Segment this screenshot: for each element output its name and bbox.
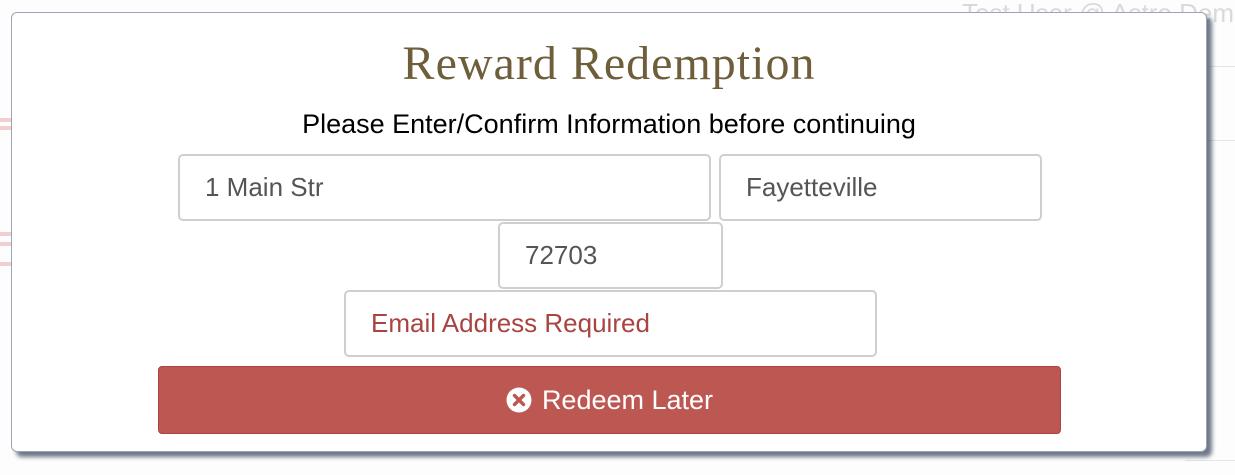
background-divider — [1185, 460, 1235, 461]
city-input[interactable] — [719, 154, 1042, 221]
modal-title: Reward Redemption — [402, 37, 816, 90]
times-circle-icon — [506, 387, 532, 413]
reward-redemption-modal: Reward Redemption Please Enter/Confirm I… — [11, 12, 1207, 452]
redeem-later-label: Redeem Later — [541, 384, 714, 415]
email-input[interactable] — [344, 290, 877, 357]
street-address-input[interactable] — [178, 154, 711, 221]
modal-subtitle: Please Enter/Confirm Information before … — [302, 109, 916, 139]
zip-code-input[interactable] — [498, 222, 723, 289]
redeem-later-button[interactable]: Redeem Later — [158, 366, 1061, 434]
